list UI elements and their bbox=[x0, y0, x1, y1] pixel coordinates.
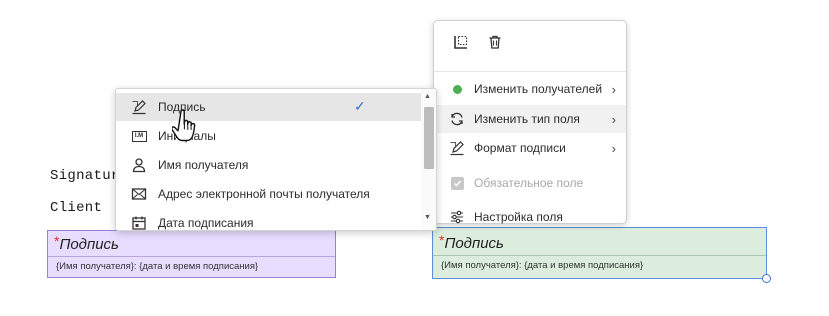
signature-pen-icon bbox=[449, 140, 465, 156]
signature-field-right[interactable]: *Подпись {Имя получателя}: {дата и время… bbox=[432, 227, 771, 283]
field-type-option-initials[interactable]: I.M Инициалы bbox=[116, 122, 422, 150]
envelope-icon bbox=[131, 186, 147, 202]
signature-field-subtitle: {Имя получателя}: {дата и время подписан… bbox=[56, 261, 259, 272]
menu-item-label: Изменить получателей bbox=[474, 82, 603, 96]
signature-field-subtitle: {Имя получателя}: {дата и время подписан… bbox=[441, 260, 644, 271]
field-type-dropdown: Подпись ✓ I.M Инициалы Имя получателя Ад… bbox=[115, 88, 437, 231]
calendar-icon bbox=[131, 215, 147, 230]
option-label: Дата подписания bbox=[158, 216, 254, 230]
option-label: Адрес электронной почты получателя bbox=[158, 187, 370, 201]
signature-field-left[interactable]: *Подпись {Имя получателя}: {дата и время… bbox=[47, 230, 336, 278]
document-text-client: Client bbox=[50, 200, 103, 216]
signature-field-title: *Подпись bbox=[54, 233, 119, 253]
menu-item-label: Настройка поля bbox=[474, 210, 563, 224]
context-menu-toolbar bbox=[434, 21, 626, 63]
checkbox-icon bbox=[449, 175, 465, 191]
field-type-option-recipient-email[interactable]: Адрес электронной почты получателя bbox=[116, 180, 422, 208]
green-dot-icon bbox=[449, 81, 465, 97]
required-marker: * bbox=[54, 233, 60, 249]
resize-handle[interactable] bbox=[762, 274, 771, 283]
chevron-right-icon: › bbox=[611, 111, 616, 127]
field-type-option-signature[interactable]: Подпись ✓ bbox=[116, 93, 422, 121]
scrollbar-thumb[interactable] bbox=[424, 107, 434, 169]
dropdown-scrollbar[interactable]: ▲ ▼ bbox=[421, 89, 436, 230]
scroll-down-icon[interactable]: ▼ bbox=[424, 214, 431, 221]
option-label: Имя получателя bbox=[158, 158, 249, 172]
field-type-option-recipient-name[interactable]: Имя получателя bbox=[116, 151, 422, 179]
menu-item-signature-format[interactable]: Формат подписи › bbox=[434, 134, 626, 162]
menu-item-required-field: Обязательное поле bbox=[434, 169, 626, 197]
signature-field-divider bbox=[48, 256, 335, 257]
signature-field-title-text: Подпись bbox=[59, 236, 119, 253]
menu-item-field-settings[interactable]: Настройка поля bbox=[434, 205, 626, 229]
context-menu-separator bbox=[434, 71, 626, 72]
menu-item-change-field-type[interactable]: Изменить тип поля › bbox=[434, 105, 626, 133]
sliders-icon bbox=[449, 209, 465, 225]
trash-icon[interactable] bbox=[486, 33, 504, 51]
hand-pointer-icon bbox=[171, 108, 206, 148]
menu-item-label: Изменить тип поля bbox=[474, 112, 580, 126]
field-type-option-signing-date[interactable]: Дата подписания bbox=[116, 209, 422, 230]
signature-field-title: *Подпись bbox=[439, 232, 504, 252]
required-marker: * bbox=[439, 232, 445, 248]
signature-field-title-text: Подпись bbox=[444, 235, 504, 252]
chevron-right-icon: › bbox=[611, 81, 616, 97]
initials-icon: I.M bbox=[131, 128, 147, 144]
menu-item-label: Формат подписи bbox=[474, 141, 566, 155]
signature-field-divider bbox=[433, 255, 766, 256]
document-text-signature: Signatur bbox=[50, 168, 120, 184]
checkmark-icon: ✓ bbox=[354, 98, 366, 114]
chevron-right-icon: › bbox=[611, 140, 616, 156]
select-area-icon[interactable] bbox=[452, 33, 470, 51]
menu-item-change-recipients[interactable]: Изменить получателей › bbox=[434, 75, 626, 103]
signature-pen-icon bbox=[131, 99, 147, 115]
person-icon bbox=[131, 157, 147, 173]
field-context-menu: Изменить получателей › Изменить тип поля… bbox=[433, 20, 627, 224]
sync-icon bbox=[449, 111, 465, 127]
menu-item-label: Обязательное поле bbox=[474, 176, 584, 190]
scroll-up-icon[interactable]: ▲ bbox=[424, 93, 431, 100]
